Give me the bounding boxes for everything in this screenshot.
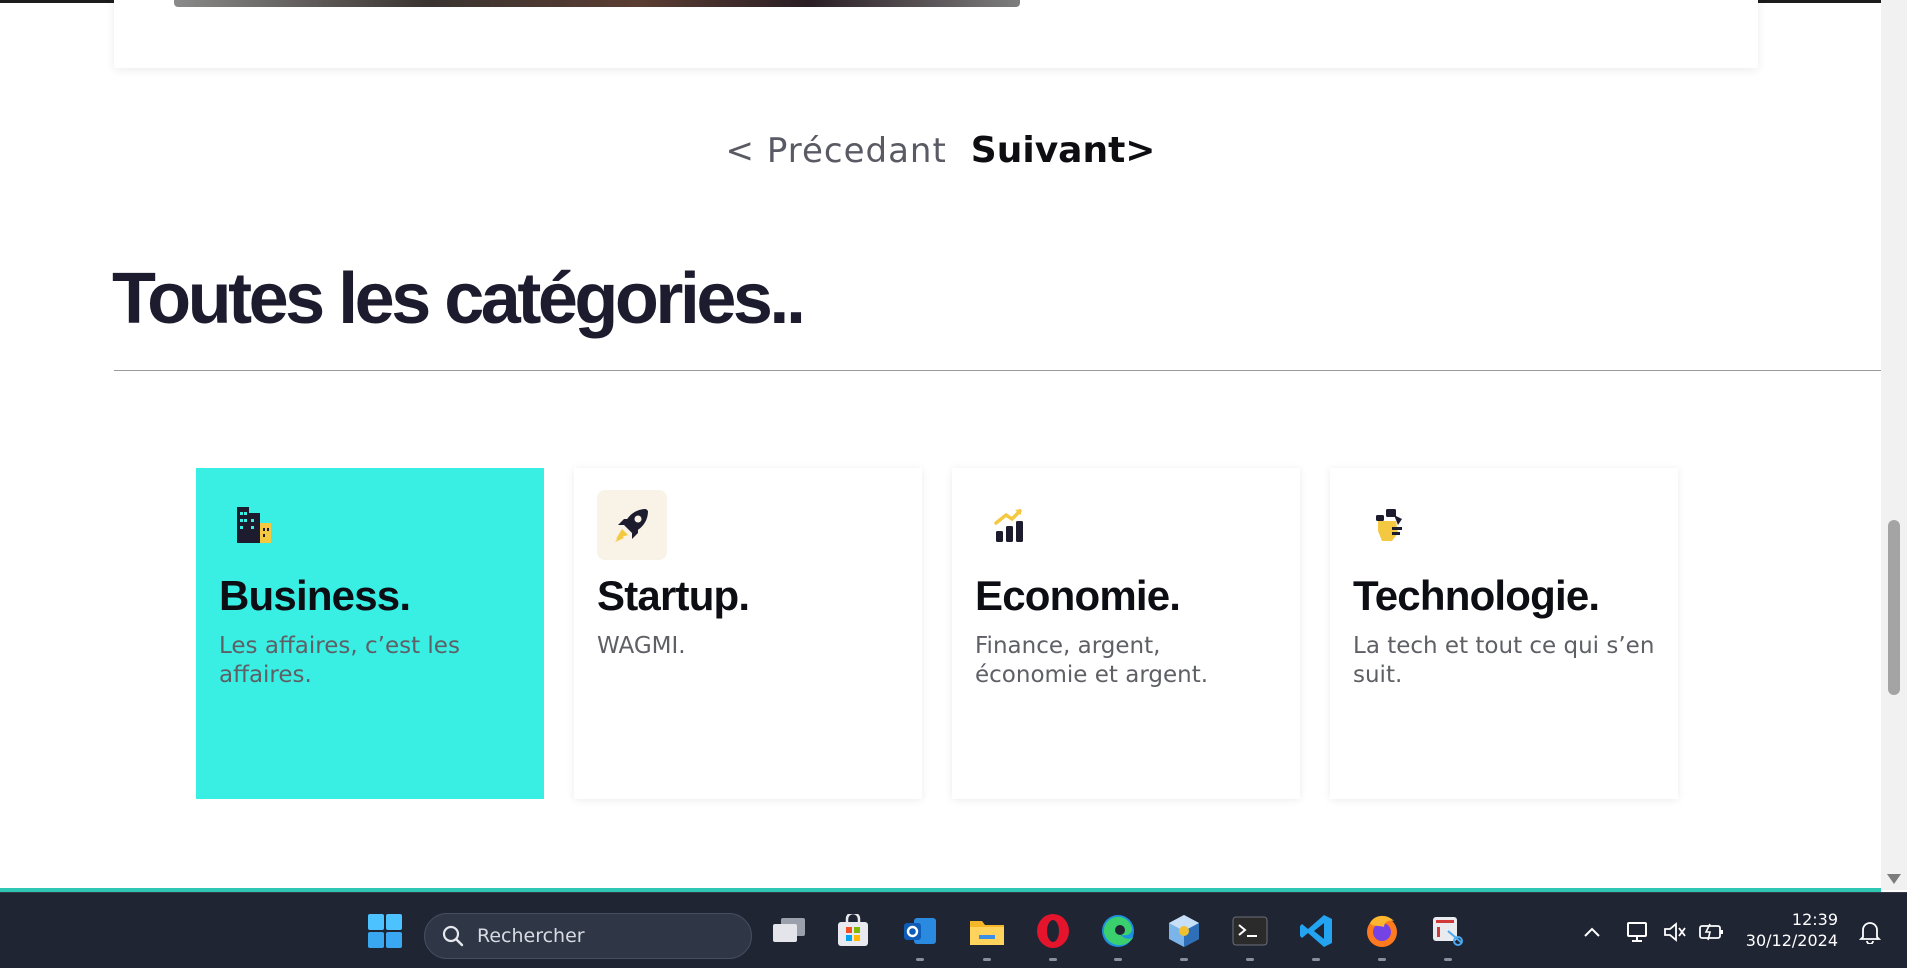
outlook-icon[interactable]	[896, 907, 944, 961]
terminal-icon[interactable]	[1226, 907, 1274, 961]
file-explorer-icon[interactable]	[963, 907, 1011, 961]
category-card-startup[interactable]: Startup. WAGMI.	[574, 468, 922, 799]
category-description: Finance, argent, économie et argent.	[975, 633, 1209, 688]
search-icon	[442, 925, 464, 947]
taskbar-search-box[interactable]: Rechercher	[424, 913, 752, 959]
taskbar: Rechercher 12:39 30/12/2024	[0, 892, 1907, 968]
previous-article-card	[114, 0, 1758, 68]
clock-date: 30/12/2024	[1745, 931, 1838, 950]
robot-hand-icon	[1353, 490, 1423, 560]
category-card-technologie[interactable]: Technologie. La tech et tout ce qui s’en…	[1330, 468, 1678, 799]
volume-muted-icon[interactable]	[1660, 917, 1690, 947]
search-placeholder: Rechercher	[477, 925, 585, 947]
web-page-viewport: < Précedant Suivant> Toutes les catégori…	[0, 0, 1881, 890]
microsoft-store-icon[interactable]	[829, 907, 877, 955]
running-indicator	[1114, 958, 1122, 961]
battery-icon[interactable]	[1697, 917, 1727, 947]
vscode-icon[interactable]	[1292, 907, 1340, 961]
running-indicator	[1246, 958, 1254, 961]
scroll-down-arrow-icon[interactable]	[1887, 874, 1901, 884]
category-card-economie[interactable]: Economie. Finance, argent, économie et a…	[952, 468, 1300, 799]
article-image-edge	[174, 0, 1020, 7]
next-page-link[interactable]: Suivant>	[971, 130, 1156, 171]
opera-icon[interactable]	[1029, 907, 1077, 961]
rocket-icon	[597, 490, 667, 560]
vertical-scrollbar[interactable]	[1881, 0, 1907, 890]
category-card-business[interactable]: Business. Les affaires, c’est les affair…	[196, 468, 544, 799]
category-title: Economie.	[975, 572, 1181, 619]
scrollbar-thumb[interactable]	[1888, 520, 1900, 695]
category-description: Les affaires, c’est les affaires.	[219, 633, 460, 688]
running-indicator	[1049, 958, 1057, 961]
task-view-icon[interactable]	[765, 907, 813, 955]
edge-icon[interactable]	[1094, 907, 1142, 961]
section-title: Toutes les catégories..	[112, 259, 806, 339]
virtualbox-icon[interactable]	[1160, 907, 1208, 961]
growth-chart-icon	[975, 490, 1045, 560]
windows-start-icon[interactable]	[361, 907, 409, 955]
network-icon[interactable]	[1624, 917, 1654, 947]
category-title: Startup.	[597, 572, 750, 619]
previous-page-link[interactable]: < Précedant	[726, 131, 947, 171]
category-title: Business.	[219, 572, 411, 619]
taskbar-clock[interactable]: 12:39 30/12/2024	[1742, 910, 1838, 952]
show-hidden-icons-chevron-icon[interactable]	[1577, 917, 1607, 947]
pagination: < Précedant Suivant>	[0, 130, 1881, 171]
notification-bell-icon[interactable]	[1855, 917, 1885, 947]
firefox-icon[interactable]	[1358, 907, 1406, 961]
running-indicator	[983, 958, 991, 961]
category-title: Technologie.	[1353, 572, 1600, 619]
clock-time: 12:39	[1791, 910, 1838, 929]
category-description: La tech et tout ce qui s’en suit.	[1353, 633, 1655, 688]
running-indicator	[1444, 958, 1452, 961]
category-description: WAGMI.	[597, 633, 686, 659]
running-indicator	[1312, 958, 1320, 961]
snipping-tool-icon[interactable]	[1424, 907, 1472, 961]
running-indicator	[1180, 958, 1188, 961]
building-icon	[219, 490, 289, 560]
running-indicator	[1378, 958, 1386, 961]
running-indicator	[916, 958, 924, 961]
section-divider	[114, 370, 1881, 371]
category-cards: Business. Les affaires, c’est les affair…	[196, 468, 1678, 799]
